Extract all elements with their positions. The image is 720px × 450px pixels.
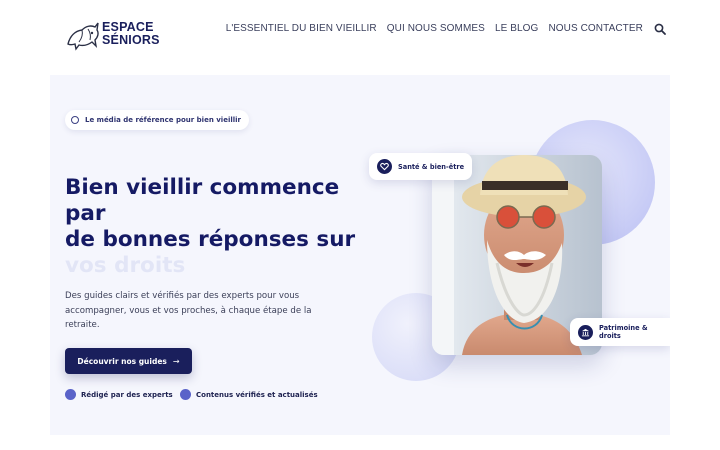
feature-dot-icon xyxy=(180,389,191,400)
badge-circle-icon xyxy=(71,116,79,124)
feature-experts: Rédigé par des experts xyxy=(65,389,173,400)
hero-section: Le média de référence pour bien vieillir… xyxy=(50,75,670,435)
hero-lead: Des guides clairs et vérifiés par des ex… xyxy=(65,291,312,330)
headline-line-1: Bien vieillir commence par xyxy=(65,175,340,226)
headline-ghost-word: vos droits xyxy=(65,253,186,278)
page: ESPACE SÉNIORS L'ESSENTIEL DU BIEN VIEIL… xyxy=(0,0,720,450)
nav-essentiel[interactable]: L'ESSENTIEL DU BIEN VIEILLIR xyxy=(226,23,377,34)
tag-health-wellbeing[interactable]: Santé & bien-être xyxy=(369,153,473,180)
site-header: ESPACE SÉNIORS L'ESSENTIEL DU BIEN VIEIL… xyxy=(0,0,720,62)
feature-dot-icon xyxy=(65,389,76,400)
discover-guides-button[interactable]: Découvrir nos guides → xyxy=(65,348,192,374)
logo[interactable]: ESPACE SÉNIORS xyxy=(66,18,166,52)
nav-blog[interactable]: LE BLOG xyxy=(495,23,539,34)
rhino-logo-icon xyxy=(67,22,99,51)
main-nav: L'ESSENTIEL DU BIEN VIEILLIR QUI NOUS SO… xyxy=(226,23,643,34)
tag-patrimony-rights[interactable]: Patrimoine & droits xyxy=(570,318,670,346)
feature-verified-label: Contenus vérifiés et actualisés xyxy=(196,390,318,399)
nav-contact[interactable]: NOUS CONTACTER xyxy=(548,23,643,34)
cta-label: Découvrir nos guides xyxy=(77,356,167,366)
feature-experts-label: Rédigé par des experts xyxy=(81,390,173,399)
logo-line-2: SÉNIORS xyxy=(102,33,160,47)
tag-health-label: Santé & bien-être xyxy=(398,162,465,171)
hero-headline: Bien vieillir commence par de bonnes rép… xyxy=(65,175,360,279)
tag-patrimony-label: Patrimoine & droits xyxy=(599,324,648,340)
headline-line-2: de bonnes réponses sur xyxy=(65,227,356,252)
hero-badge: Le média de référence pour bien vieillir xyxy=(65,110,249,130)
arrow-right-icon: → xyxy=(172,356,180,366)
hero-badge-text: Le média de référence pour bien vieillir xyxy=(85,116,241,124)
feature-verified: Contenus vérifiés et actualisés xyxy=(180,389,318,400)
search-icon[interactable] xyxy=(654,23,666,35)
nav-qui-nous-sommes[interactable]: QUI NOUS SOMMES xyxy=(387,23,485,34)
logo-text: ESPACE SÉNIORS xyxy=(102,21,160,47)
heart-icon xyxy=(377,159,392,174)
bank-icon xyxy=(578,324,593,340)
